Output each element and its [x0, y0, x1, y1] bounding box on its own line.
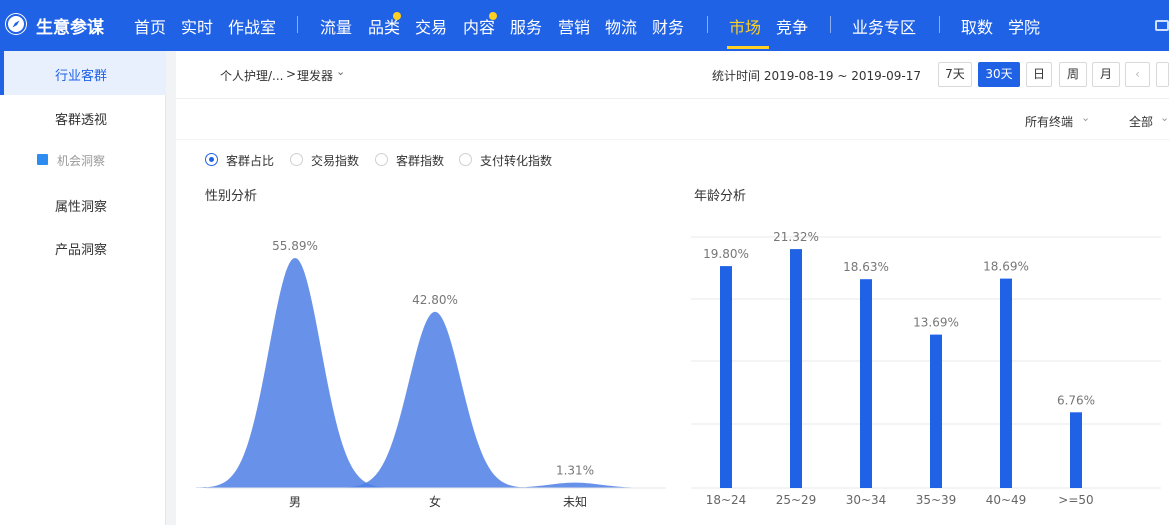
- age-category-label: 40~49: [986, 493, 1027, 507]
- chevron-down-icon[interactable]: ⌄: [1081, 111, 1090, 124]
- gender-chart-title: 性别分析: [205, 189, 258, 204]
- chevron-down-icon[interactable]: ⌄: [1160, 111, 1169, 124]
- age-bar[interactable]: [930, 334, 942, 488]
- radio-circle-icon: [290, 153, 303, 166]
- age-category-label: 18~24: [706, 493, 747, 507]
- gender-value-label: 55.89%: [272, 239, 318, 253]
- age-value-label: 21.32%: [773, 230, 819, 244]
- period-day-button[interactable]: 日: [1026, 62, 1052, 87]
- radio-circle-icon: [205, 153, 218, 166]
- compass-logo-icon[interactable]: [5, 13, 27, 35]
- nav-home[interactable]: 首页: [134, 14, 166, 38]
- age-category-label: 25~29: [776, 493, 817, 507]
- nav-competition[interactable]: 竞争: [776, 14, 808, 38]
- sidebar-group-label: 机会洞察: [57, 154, 106, 168]
- period-week-button[interactable]: 周: [1059, 62, 1087, 87]
- next-arrow-icon[interactable]: [1156, 62, 1169, 87]
- gender-category-label: 女: [429, 494, 441, 509]
- nav-divider: [830, 16, 831, 33]
- age-chart-title: 年龄分析: [694, 189, 747, 204]
- radio-label: 客群指数: [396, 154, 445, 168]
- active-tab-indicator: [727, 46, 769, 49]
- period-7d-button[interactable]: 7天: [938, 62, 972, 87]
- nav-trade[interactable]: 交易: [415, 14, 447, 38]
- breadcrumb-current[interactable]: 理发器: [297, 67, 333, 84]
- sidebar: 行业客群 客群透视 机会洞察 属性洞察 产品洞察: [0, 51, 166, 525]
- terminal-filter[interactable]: 所有终端: [1025, 113, 1073, 130]
- age-bar[interactable]: [860, 279, 872, 488]
- top-navigation-bar: 生意参谋 首页 实时 作战室 流量 品类 交易 内容 服务 营销 物流 财务 市…: [0, 0, 1169, 51]
- sidebar-item-customer-insight[interactable]: 客群透视: [0, 95, 166, 139]
- all-filter[interactable]: 全部: [1129, 113, 1153, 130]
- sidebar-item-label: 客群透视: [55, 113, 108, 128]
- nav-finance[interactable]: 财务: [652, 14, 684, 38]
- radio-circle-icon: [375, 153, 388, 166]
- chevron-down-icon[interactable]: ⌄: [336, 65, 345, 78]
- analysis-content: 客群占比 交易指数 客群指数 支付转化指数 性别分析 年龄分析 55.89% 男 4…: [176, 140, 1169, 525]
- nav-traffic[interactable]: 流量: [320, 14, 352, 38]
- new-badge-dot: [489, 12, 497, 20]
- nav-data-fetch[interactable]: 取数: [961, 14, 993, 38]
- nav-war-room[interactable]: 作战室: [228, 14, 276, 38]
- stat-time-range: 统计时间 2019-08-19 ~ 2019-09-17: [712, 69, 921, 83]
- sidebar-item-label: 产品洞察: [55, 243, 108, 258]
- sidebar-item-attribute-insight[interactable]: 属性洞察: [0, 182, 166, 226]
- nav-service[interactable]: 服务: [510, 14, 542, 38]
- age-bar[interactable]: [1070, 412, 1082, 488]
- report-icon: [37, 154, 48, 165]
- period-30d-button[interactable]: 30天: [978, 62, 1020, 87]
- filter-header: 个人护理/... > 理发器 ⌄ 统计时间 2019-08-19 ~ 2019-…: [176, 51, 1169, 139]
- age-bar[interactable]: [790, 249, 802, 488]
- nav-logistics[interactable]: 物流: [605, 14, 637, 38]
- gender-value-label: 1.31%: [556, 464, 594, 478]
- age-bar[interactable]: [720, 266, 732, 488]
- brand-title[interactable]: 生意参谋: [36, 13, 104, 38]
- radio-label: 客群占比: [226, 154, 275, 168]
- age-category-label: 35~39: [916, 493, 957, 507]
- period-month-button[interactable]: 月: [1092, 62, 1120, 87]
- breadcrumb-parent[interactable]: 个人护理/...: [220, 67, 284, 84]
- age-bar-chart: 19.80% 18~24 21.32% 25~29 18.63% 30~34 13.69% 3…: [691, 230, 1161, 507]
- radio-circle-icon: [459, 153, 472, 166]
- sidebar-item-industry-customers[interactable]: 行业客群: [0, 51, 166, 95]
- radio-label: 支付转化指数: [480, 154, 553, 168]
- nav-divider: [707, 16, 708, 33]
- gender-area-chart: 55.89% 男 42.80% 女 1.31% 未知: [196, 239, 666, 509]
- age-category-label: >=50: [1058, 493, 1093, 507]
- age-bar[interactable]: [1000, 278, 1012, 488]
- gender-area-1[interactable]: [330, 311, 540, 488]
- nav-market[interactable]: 市场: [729, 14, 761, 38]
- gender-value-label: 42.80%: [412, 293, 458, 307]
- gender-category-label: 未知: [563, 495, 587, 509]
- gender-category-label: 男: [289, 495, 301, 509]
- breadcrumb-separator: >: [286, 67, 297, 81]
- header-divider: [176, 98, 1169, 99]
- age-value-label: 18.69%: [983, 260, 1029, 274]
- nav-divider: [297, 16, 298, 33]
- sidebar-item-product-insight[interactable]: 产品洞察: [0, 225, 166, 269]
- nav-business-zone[interactable]: 业务专区: [852, 14, 916, 38]
- nav-realtime[interactable]: 实时: [181, 14, 213, 38]
- radio-label: 交易指数: [311, 154, 360, 168]
- mail-icon[interactable]: [1155, 20, 1169, 31]
- age-value-label: 6.76%: [1057, 393, 1095, 407]
- compass-icon: [6, 14, 26, 34]
- sidebar-item-label: 行业客群: [55, 69, 108, 84]
- gender-area-0[interactable]: [196, 258, 400, 488]
- nav-divider: [939, 16, 940, 33]
- sidebar-item-label: 属性洞察: [55, 200, 108, 215]
- age-value-label: 19.80%: [703, 247, 749, 261]
- prev-arrow-icon[interactable]: ‹: [1125, 62, 1150, 87]
- nav-academy[interactable]: 学院: [1008, 14, 1040, 38]
- sidebar-group-opportunity[interactable]: 机会洞察: [0, 138, 166, 182]
- age-category-label: 30~34: [846, 493, 887, 507]
- new-badge-dot: [393, 12, 401, 20]
- age-value-label: 18.63%: [843, 260, 889, 274]
- age-value-label: 13.69%: [913, 316, 959, 330]
- nav-marketing[interactable]: 营销: [558, 14, 590, 38]
